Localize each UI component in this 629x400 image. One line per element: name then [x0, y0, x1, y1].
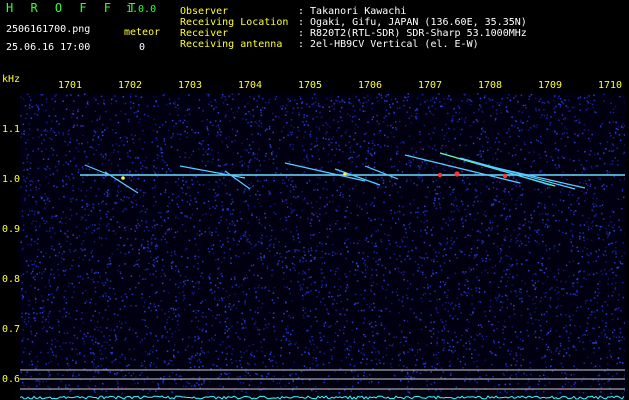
x-tick: 1703	[178, 80, 203, 91]
x-tick: 1709	[538, 80, 563, 91]
app-name: H R O F F T	[6, 1, 141, 15]
x-tick: 1704	[238, 80, 263, 91]
header-panel: H R O F F T 1.0.0 2506161700.png meteor …	[0, 0, 629, 73]
spectrogram-background	[20, 93, 625, 400]
y-tick: 0.6	[2, 374, 21, 385]
spectrogram-plot	[20, 93, 625, 400]
antenna-label: Receiving antenna	[180, 39, 283, 50]
meteor-count: 0	[139, 42, 146, 53]
x-tick: 1706	[358, 80, 383, 91]
y-tick: 0.9	[2, 224, 21, 235]
meteor-hotspot	[437, 172, 443, 178]
app-version: 1.0.0	[126, 4, 157, 15]
location-label: Receiving Location	[180, 17, 289, 28]
x-tick: 1710	[598, 80, 623, 91]
meteor-hotspot	[454, 171, 460, 177]
receiver-value: : R820T2(RTL-SDR) SDR-Sharp 53.1000MHz	[298, 28, 527, 39]
y-tick: 0.7	[2, 324, 21, 335]
x-tick: 1701	[58, 80, 83, 91]
meteor-hotspot	[502, 173, 508, 179]
x-tick: 1708	[478, 80, 503, 91]
spectrogram-svg	[20, 93, 625, 400]
x-tick: 1707	[418, 80, 443, 91]
observer-value: : Takanori Kawachi	[298, 6, 407, 17]
axis-unit-label: kHz	[2, 74, 21, 85]
location-value: : Ogaki, Gifu, JAPAN (136.60E, 35.35N)	[298, 17, 527, 28]
y-tick: 1.1	[2, 124, 21, 135]
date-time: 25.06.16 17:00	[6, 42, 91, 53]
observer-label: Observer	[180, 6, 229, 17]
y-tick: 0.8	[2, 274, 21, 285]
antenna-value: : 2el-HB9CV Vertical (el. E-W)	[298, 39, 479, 50]
meteor-hotspot	[343, 172, 347, 176]
receiver-label: Receiver	[180, 28, 229, 39]
x-tick: 1702	[118, 80, 143, 91]
y-tick: 1.0	[2, 174, 21, 185]
file-name: 2506161700.png	[6, 24, 91, 35]
meteor-hotspot	[121, 176, 125, 180]
x-tick: 1705	[298, 80, 323, 91]
meteor-label: meteor	[124, 27, 161, 38]
